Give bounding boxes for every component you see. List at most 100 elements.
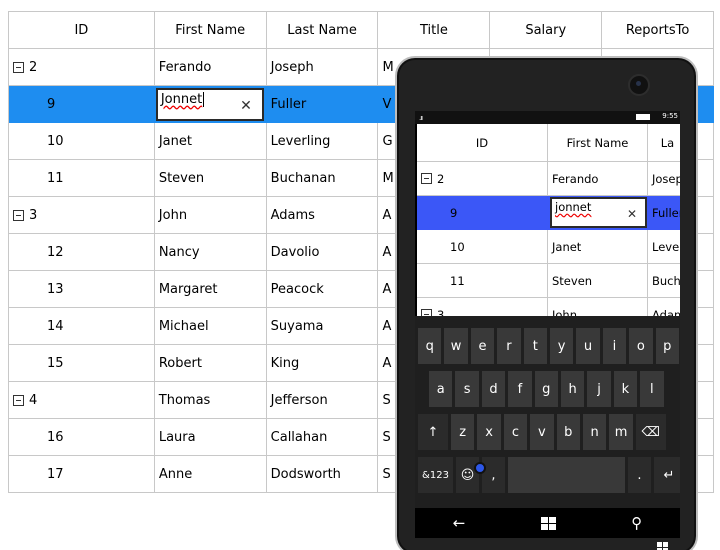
column-header-id[interactable]: ID — [9, 12, 155, 49]
phone-table-row[interactable]: 11 Steven Bucha — [417, 264, 680, 298]
battery-icon — [636, 114, 650, 120]
back-icon[interactable]: ← — [453, 514, 466, 532]
key-s[interactable]: s — [455, 371, 479, 407]
phone-group-row[interactable]: 3 John Adam — [417, 298, 680, 316]
last-name-cell: Jefferson — [266, 382, 379, 419]
backspace-key[interactable]: ⌫ — [635, 414, 666, 450]
key-,[interactable]: , — [482, 457, 505, 493]
collapse-icon[interactable] — [13, 209, 24, 221]
group-key: 2 — [29, 59, 38, 75]
key-z[interactable]: z — [451, 414, 475, 450]
id-value: 11 — [47, 170, 64, 186]
key-l[interactable]: l — [640, 371, 664, 407]
phone-last-name-cell: Lever — [648, 230, 680, 264]
last-name-cell: Davolio — [266, 234, 379, 271]
phone-group-header[interactable]: 2 — [421, 172, 444, 186]
key-v[interactable]: v — [530, 414, 554, 450]
first-name-cell[interactable]: Jonnet ✕ — [154, 86, 267, 123]
last-name-value: Josep — [652, 171, 680, 186]
collapse-icon[interactable] — [421, 173, 432, 184]
on-screen-keyboard: q w e r t y u i o p a s d f g h j k l ↑ z x c v b n m ⌫ &123 ☺,. ↵ — [415, 316, 680, 508]
key-e[interactable]: e — [470, 328, 495, 364]
key-x[interactable]: x — [477, 414, 501, 450]
key-i[interactable]: i — [602, 328, 627, 364]
signal-icon: .ıı — [419, 114, 423, 122]
keyboard-row: asdfghjkl — [415, 371, 680, 407]
key-w[interactable]: w — [444, 328, 468, 364]
phone-table-row[interactable]: 9 jonnet ✕ Fuller — [417, 196, 680, 230]
key-b[interactable]: b — [556, 414, 580, 450]
column-header-title[interactable]: Title — [378, 12, 491, 49]
last-name-value: Fuller — [270, 96, 307, 112]
key-p[interactable]: p — [655, 328, 679, 364]
column-header-last-name[interactable]: Last Name — [266, 12, 379, 49]
phone-column-header-id[interactable]: ID — [417, 124, 548, 162]
group-header[interactable]: 4 — [13, 393, 37, 408]
windows-home-icon[interactable] — [540, 516, 556, 530]
key-n[interactable]: n — [582, 414, 607, 450]
column-header-first-name[interactable]: First Name — [154, 12, 267, 49]
last-name-cell: Adams — [266, 197, 379, 234]
phone-first-name-cell[interactable]: jonnet ✕ — [548, 196, 648, 230]
collapse-icon[interactable] — [13, 394, 24, 406]
key-q[interactable]: q — [418, 328, 442, 364]
group-header[interactable]: 3 — [13, 208, 37, 223]
shift-key[interactable]: ↑ — [418, 414, 448, 450]
first-name-cell: Michael — [154, 308, 267, 345]
key-r[interactable]: r — [497, 328, 521, 364]
last-name-cell: King — [266, 345, 379, 382]
key-c[interactable]: c — [503, 414, 528, 450]
grid-header-row: ID First Name Last Name Title Salary ReportsT… — [9, 12, 715, 49]
search-icon[interactable]: ⚲ — [631, 514, 642, 532]
last-name-cell: Joseph — [266, 49, 379, 86]
first-name-value: Steven — [158, 170, 205, 186]
first-name-value: Janet — [552, 239, 582, 254]
phone-table-row[interactable]: 10 Janet Lever — [417, 230, 680, 264]
clear-icon[interactable]: ✕ — [627, 207, 637, 221]
phone-group-row[interactable]: 2 Ferando Josep — [417, 162, 680, 196]
id-cell: 4 — [9, 382, 155, 419]
key-.[interactable]: . — [628, 457, 651, 493]
id-cell: 14 — [9, 308, 155, 345]
collapse-icon[interactable] — [13, 61, 24, 73]
first-name-editor[interactable]: Jonnet ✕ — [155, 87, 264, 121]
first-name-value: John — [158, 207, 188, 223]
clear-icon[interactable]: ✕ — [240, 98, 252, 114]
phone-id-cell: 2 — [417, 162, 548, 196]
last-name-cell: Leverling — [266, 123, 379, 160]
column-header-salary[interactable]: Salary — [490, 12, 603, 49]
group-header[interactable]: 2 — [13, 60, 37, 75]
key-d[interactable]: d — [481, 371, 506, 407]
space-key[interactable] — [508, 457, 625, 493]
id-value: 10 — [450, 239, 465, 254]
symbols-key[interactable]: &123 — [418, 457, 453, 493]
title-value: S — [382, 466, 391, 482]
column-header-reportsto[interactable]: ReportsTo — [602, 12, 715, 49]
key-j[interactable]: j — [587, 371, 611, 407]
collapse-icon[interactable] — [421, 309, 432, 316]
key-g[interactable]: g — [534, 371, 558, 407]
phone-screen: .ıı 9:55 ID First Name La 2 Ferando Josep 9 jon… — [415, 111, 680, 538]
first-name-cell: Ferando — [154, 49, 267, 86]
phone-column-header-la[interactable]: La — [648, 124, 680, 162]
phone-first-name-cell: Janet — [548, 230, 648, 264]
enter-key[interactable]: ↵ — [654, 457, 680, 493]
key-h[interactable]: h — [560, 371, 585, 407]
key-m[interactable]: m — [609, 414, 633, 450]
last-name-value: Suyama — [270, 318, 324, 334]
key-k[interactable]: k — [613, 371, 638, 407]
phone-column-header-first-name[interactable]: First Name — [548, 124, 648, 162]
group-key: 2 — [437, 171, 445, 186]
phone-group-header[interactable]: 3 — [421, 308, 444, 316]
phone-first-name-editor[interactable]: jonnet ✕ — [550, 197, 647, 228]
key-f[interactable]: f — [508, 371, 532, 407]
key-u[interactable]: u — [576, 328, 600, 364]
key-a[interactable]: a — [429, 371, 453, 407]
phone-last-name-cell: Josep — [648, 162, 680, 196]
key-y[interactable]: y — [549, 328, 574, 364]
keyboard-row: &123 ☺,. ↵ — [415, 457, 680, 493]
key-t[interactable]: t — [523, 328, 547, 364]
phone-last-name-cell: Fuller — [648, 196, 680, 230]
last-name-cell: Buchanan — [266, 160, 379, 197]
key-o[interactable]: o — [629, 328, 653, 364]
